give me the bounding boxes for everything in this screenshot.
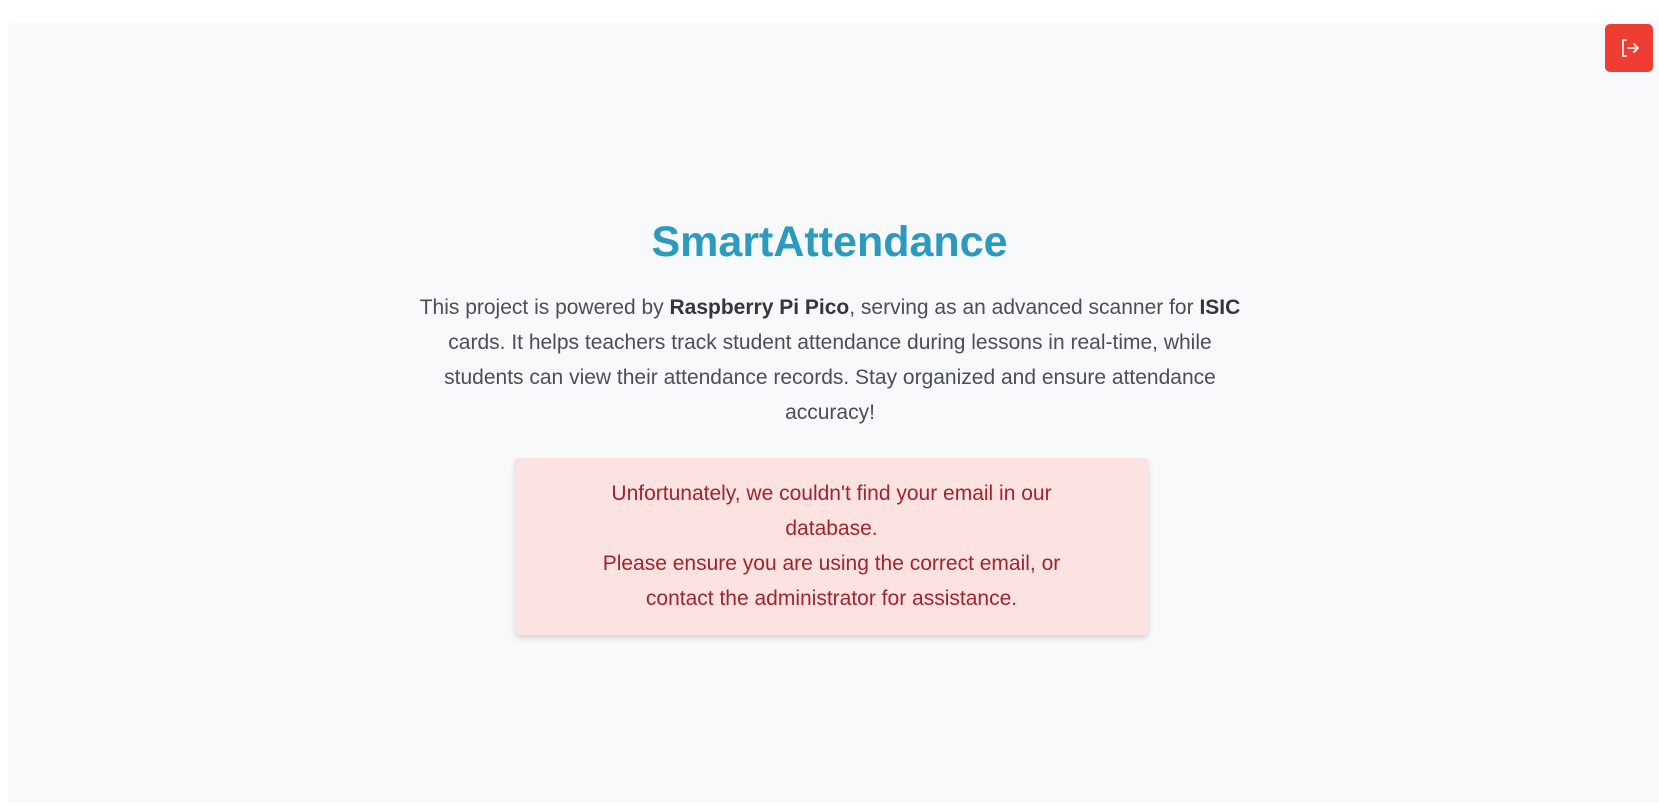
desc-bold-raspberry: Raspberry Pi Pico <box>669 296 850 319</box>
alert-line-2: Please ensure you are using the correct … <box>602 552 1061 610</box>
desc-bold-isic: ISIC <box>1199 296 1241 319</box>
logout-icon <box>1622 39 1639 57</box>
desc-text: , serving as an advanced scanner for <box>849 296 1200 319</box>
desc-text: cards. It helps teachers track student a… <box>444 331 1216 424</box>
error-alert: Unfortunately, we couldn't find your ema… <box>515 458 1148 635</box>
logout-button[interactable] <box>1605 24 1653 72</box>
alert-line-1: Unfortunately, we couldn't find your ema… <box>611 482 1052 540</box>
desc-text: This project is powered by <box>419 296 670 319</box>
project-description: This project is powered by Raspberry Pi … <box>410 290 1250 430</box>
page-title: SmartAttendance <box>651 218 1008 266</box>
